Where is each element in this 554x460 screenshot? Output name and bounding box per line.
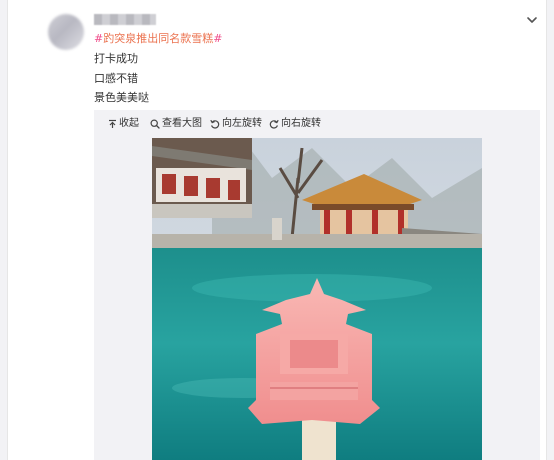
collapse-label: 收起 bbox=[119, 118, 139, 129]
weibo-post-card: #趵突泉推出同名款雪糕# 打卡成功 口感不错 景色美美哒 收起 查看大图 向左旋… bbox=[7, 0, 547, 460]
rotate-right-label: 向右旋转 bbox=[281, 118, 321, 129]
collapse-up-icon bbox=[109, 119, 116, 128]
post-photo[interactable] bbox=[152, 138, 482, 460]
view-large-label: 查看大图 bbox=[162, 118, 202, 129]
rotate-left-button[interactable]: 向左旋转 bbox=[210, 118, 262, 130]
hashtag-mark-open: # bbox=[94, 32, 104, 45]
hashtag-topic[interactable]: 趵突泉推出同名款雪糕 bbox=[103, 32, 213, 45]
username-blurred[interactable] bbox=[94, 14, 156, 25]
rotate-right-icon bbox=[269, 119, 279, 129]
post-hashtag[interactable]: #趵突泉推出同名款雪糕# bbox=[94, 32, 222, 46]
hashtag-mark-close: # bbox=[213, 32, 223, 45]
collapse-button[interactable]: 收起 bbox=[108, 118, 139, 130]
post-text-line: 口感不错 bbox=[94, 72, 138, 85]
view-large-button[interactable]: 查看大图 bbox=[150, 118, 202, 130]
chevron-down-icon[interactable] bbox=[525, 13, 539, 27]
avatar[interactable] bbox=[48, 14, 84, 50]
post-text-line: 打卡成功 bbox=[94, 52, 138, 65]
rotate-right-button[interactable]: 向右旋转 bbox=[269, 118, 321, 130]
magnifier-icon bbox=[150, 119, 160, 129]
media-toolbar: 收起 查看大图 向左旋转 向右旋转 bbox=[94, 110, 540, 138]
media-panel: 收起 查看大图 向左旋转 向右旋转 bbox=[94, 110, 540, 460]
rotate-left-label: 向左旋转 bbox=[222, 118, 262, 129]
post-text-line: 景色美美哒 bbox=[94, 91, 149, 104]
rotate-left-icon bbox=[210, 119, 220, 129]
